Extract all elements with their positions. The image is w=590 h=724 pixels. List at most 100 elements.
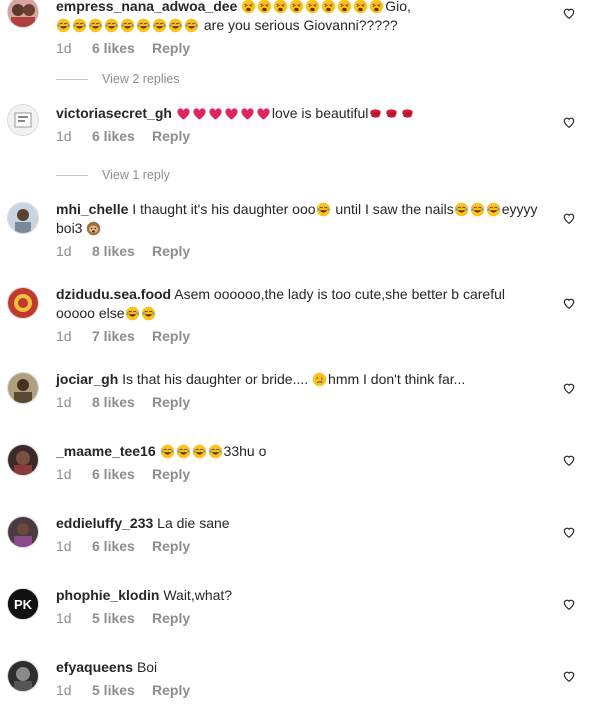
avatar[interactable]	[7, 372, 39, 404]
view-replies-label: View 2 replies	[102, 72, 180, 86]
comment-text: Wait,what?	[163, 587, 233, 603]
emoji-group	[160, 443, 224, 459]
comment-username[interactable]: empress_nana_adwoa_dee	[56, 0, 237, 14]
laughing-tears-emoji-icon	[192, 444, 206, 459]
comment-age: 1d	[56, 243, 72, 259]
laughing-tears-emoji-icon	[168, 18, 183, 33]
avatar[interactable]	[7, 516, 39, 548]
likes-count[interactable]: 6 likes	[92, 537, 152, 556]
avatar[interactable]	[7, 0, 39, 28]
reply-button[interactable]: Reply	[152, 465, 190, 484]
likes-count[interactable]: 6 likes	[92, 465, 152, 484]
view-replies-label: View 1 reply	[102, 168, 170, 182]
reply-button[interactable]: Reply	[152, 327, 190, 346]
comment-text: hmm I don't think far...	[328, 371, 466, 387]
avatar[interactable]: PK	[7, 588, 39, 620]
laughing-tears-emoji-icon	[120, 18, 135, 33]
laughing-tears-emoji-icon	[88, 18, 103, 33]
red-heart-emoji-icon	[241, 108, 254, 120]
avatar[interactable]	[7, 287, 39, 319]
emoji-group	[454, 201, 502, 217]
reply-button[interactable]: Reply	[152, 609, 190, 628]
comment-body: victoriasecret_gh love is beautiful 1d 6…	[56, 104, 546, 146]
emoji-group	[125, 305, 157, 321]
comment-text: I thaught it's his daughter ooo	[132, 201, 316, 217]
comment-body: jociar_gh Is that his daughter or bride.…	[56, 370, 546, 412]
likes-count[interactable]: 6 likes	[92, 39, 152, 58]
weary-face-emoji-icon	[321, 0, 336, 14]
likes-count[interactable]: 7 likes	[92, 327, 152, 346]
reply-button[interactable]: Reply	[152, 681, 190, 700]
emoji-group	[368, 105, 416, 121]
comment-age: 1d	[56, 128, 72, 144]
likes-count[interactable]: 8 likes	[92, 393, 152, 412]
comment-username[interactable]: mhi_chelle	[56, 201, 128, 217]
weary-face-emoji-icon	[353, 0, 368, 14]
red-heart-emoji-icon	[225, 108, 238, 120]
avatar[interactable]	[7, 660, 39, 692]
reply-button[interactable]: Reply	[152, 242, 190, 261]
comment-age: 1d	[56, 328, 72, 344]
weary-face-emoji-icon	[257, 0, 272, 14]
laughing-tears-emoji-icon	[72, 18, 87, 33]
like-heart-icon[interactable]	[562, 381, 576, 395]
like-heart-icon[interactable]	[562, 6, 576, 20]
weary-face-emoji-icon	[289, 0, 304, 14]
laughing-tears-emoji-icon	[136, 18, 151, 33]
like-heart-icon[interactable]	[562, 525, 576, 539]
comment-username[interactable]: phophie_klodin	[56, 587, 159, 603]
comment-body: phophie_klodin Wait,what? 1d 5 likes Rep…	[56, 586, 546, 628]
kiss-mark-emoji-icon	[370, 109, 382, 118]
comment-age: 1d	[56, 610, 72, 626]
likes-count[interactable]: 8 likes	[92, 242, 152, 261]
reply-button[interactable]: Reply	[152, 537, 190, 556]
emoji-group	[86, 220, 102, 236]
comment-text: love is beautiful	[271, 105, 369, 121]
weary-face-emoji-icon	[337, 0, 352, 14]
likes-count[interactable]: 5 likes	[92, 681, 152, 700]
view-replies-button[interactable]: View 1 reply	[56, 168, 170, 182]
laughing-tears-emoji-icon	[316, 202, 330, 217]
red-heart-emoji-icon	[209, 108, 222, 120]
avatar[interactable]	[7, 104, 39, 136]
emoji-group	[176, 105, 272, 121]
comment-username[interactable]: efyaqueens	[56, 659, 133, 675]
comment-username[interactable]: _maame_tee16	[56, 443, 156, 459]
reply-button[interactable]: Reply	[152, 39, 190, 58]
comment-age: 1d	[56, 466, 72, 482]
like-heart-icon[interactable]	[562, 211, 576, 225]
weary-face-emoji-icon	[241, 0, 256, 14]
comment-username[interactable]: victoriasecret_gh	[56, 105, 172, 121]
reply-button[interactable]: Reply	[152, 393, 190, 412]
likes-count[interactable]: 6 likes	[92, 127, 152, 146]
comment-body: eddieluffy_233 La die sane 1d 6 likes Re…	[56, 514, 546, 556]
laughing-tears-emoji-icon	[141, 306, 155, 321]
laughing-tears-emoji-icon	[486, 202, 500, 217]
comment-username[interactable]: dzidudu.sea.food	[56, 286, 171, 302]
comment-age: 1d	[56, 682, 72, 698]
emoji-group	[56, 17, 200, 33]
like-heart-icon[interactable]	[562, 597, 576, 611]
comment-username[interactable]: eddieluffy_233	[56, 515, 153, 531]
likes-count[interactable]: 5 likes	[92, 609, 152, 628]
laughing-tears-emoji-icon	[184, 18, 199, 33]
comment-age: 1d	[56, 394, 72, 410]
like-heart-icon[interactable]	[562, 296, 576, 310]
comment-text: Is that his daughter or bride....	[122, 371, 313, 387]
laughing-tears-emoji-icon	[470, 202, 484, 217]
red-heart-emoji-icon	[193, 108, 206, 120]
comment-username[interactable]: jociar_gh	[56, 371, 118, 387]
like-heart-icon[interactable]	[562, 115, 576, 129]
avatar[interactable]	[7, 444, 39, 476]
emoji-group	[241, 0, 385, 14]
comment-text: until I saw the nails	[331, 201, 454, 217]
like-heart-icon[interactable]	[562, 453, 576, 467]
comment-text: are you serious Giovanni?????	[200, 17, 398, 33]
emoji-group	[312, 371, 328, 387]
weary-face-emoji-icon	[369, 0, 384, 14]
reply-button[interactable]: Reply	[152, 127, 190, 146]
avatar[interactable]	[7, 202, 39, 234]
laughing-tears-emoji-icon	[160, 444, 174, 459]
view-replies-button[interactable]: View 2 replies	[56, 72, 180, 86]
like-heart-icon[interactable]	[562, 669, 576, 683]
